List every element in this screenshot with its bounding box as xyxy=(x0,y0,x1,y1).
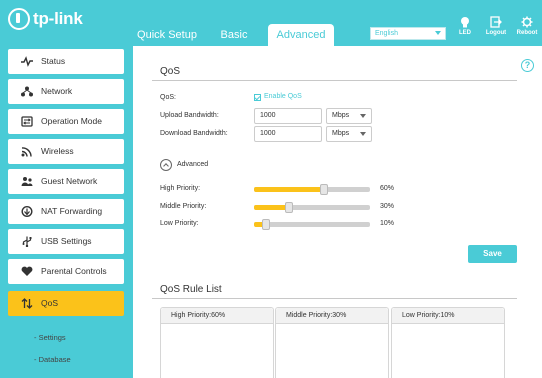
upload-unit-value: Mbps xyxy=(332,112,350,119)
slider-fill xyxy=(254,187,324,192)
section-title-rule-list: QoS Rule List xyxy=(160,284,222,295)
sidebar-item-label: Guest Network xyxy=(41,176,98,186)
sidebar-subitem-database[interactable]: - Database xyxy=(34,355,71,364)
sidebar-item-qos[interactable]: QoS xyxy=(8,291,124,316)
low-priority-percent: 10% xyxy=(380,220,395,227)
rule-panel-low: Low Priority:10% xyxy=(391,307,505,378)
upload-bandwidth-input[interactable]: 1000 xyxy=(254,108,322,124)
sidebar-item-label: USB Settings xyxy=(41,236,92,246)
sidebar-item-nat-forwarding[interactable]: NAT Forwarding xyxy=(8,199,124,224)
slider-handle[interactable] xyxy=(261,219,270,230)
tab-advanced[interactable]: Advanced xyxy=(268,24,334,46)
sidebar-item-network[interactable]: Network xyxy=(8,79,124,104)
rule-panel-header: Low Priority:10% xyxy=(392,308,504,324)
rule-panel-high: High Priority:60% xyxy=(160,307,274,378)
logout-icon xyxy=(490,16,502,28)
slider-handle[interactable] xyxy=(284,202,293,213)
rule-panel-header: Middle Priority:30% xyxy=(276,308,388,324)
sidebar-item-label: Network xyxy=(41,86,73,96)
help-question-icon[interactable]: ? xyxy=(521,59,534,72)
status-icon xyxy=(21,56,33,67)
low-priority-label: Low Priority: xyxy=(160,220,199,227)
sidebar-item-label: Status xyxy=(41,56,66,66)
section-divider xyxy=(152,298,517,299)
tab-quick-setup[interactable]: Quick Setup xyxy=(132,24,202,46)
reboot-label: Reboot xyxy=(516,30,538,36)
sidebar-subitem-settings[interactable]: - Settings xyxy=(34,333,66,342)
middle-priority-slider[interactable] xyxy=(254,202,370,213)
sidebar-item-label: Parental Controls xyxy=(41,266,107,276)
qos-icon xyxy=(21,298,33,309)
enable-qos-checkbox[interactable] xyxy=(254,94,261,101)
rule-panel-header: High Priority:60% xyxy=(161,308,273,324)
download-unit-select[interactable]: Mbps xyxy=(326,126,372,142)
logo-text: tp-link xyxy=(33,9,83,28)
logout-button[interactable]: Logout xyxy=(481,16,511,36)
sidebar-item-label: Operation Mode xyxy=(41,116,102,126)
qos-label: QoS: xyxy=(160,94,176,101)
enable-qos-label[interactable]: Enable QoS xyxy=(264,93,302,100)
tp-link-logo-icon xyxy=(8,8,30,30)
advanced-label[interactable]: Advanced xyxy=(177,161,208,168)
network-icon xyxy=(21,86,33,97)
sidebar-item-label: Wireless xyxy=(41,146,74,156)
middle-priority-label: Middle Priority: xyxy=(160,203,207,210)
nat-forwarding-icon xyxy=(21,206,33,217)
usb-icon xyxy=(22,236,32,247)
save-button[interactable]: Save xyxy=(468,245,517,263)
download-unit-value: Mbps xyxy=(332,130,350,137)
chevron-down-icon xyxy=(360,114,366,118)
sidebar-item-usb-settings[interactable]: USB Settings xyxy=(8,229,124,254)
upload-bandwidth-label: Upload Bandwidth: xyxy=(160,112,219,119)
rule-panel-middle: Middle Priority:30% xyxy=(275,307,389,378)
section-title-qos: QoS xyxy=(160,66,181,77)
high-priority-percent: 60% xyxy=(380,185,395,192)
sidebar-item-parental-controls[interactable]: Parental Controls xyxy=(8,259,124,284)
sidebar: Status Network Operation Mode Wireless G… xyxy=(0,46,133,378)
tab-basic[interactable]: Basic xyxy=(214,24,254,46)
wireless-icon xyxy=(21,147,32,157)
slider-handle[interactable] xyxy=(319,184,328,195)
upload-unit-select[interactable]: Mbps xyxy=(326,108,372,124)
chevron-down-icon xyxy=(360,132,366,136)
sidebar-item-label: NAT Forwarding xyxy=(41,206,103,216)
sidebar-item-status[interactable]: Status xyxy=(8,49,124,74)
language-select[interactable]: English xyxy=(370,27,446,40)
led-label: LED xyxy=(459,30,471,36)
sidebar-item-wireless[interactable]: Wireless xyxy=(8,139,124,164)
logout-label: Logout xyxy=(485,30,507,36)
reboot-button[interactable]: Reboot xyxy=(512,16,542,36)
download-bandwidth-input[interactable]: 1000 xyxy=(254,126,322,142)
low-priority-slider[interactable] xyxy=(254,219,370,230)
high-priority-label: High Priority: xyxy=(160,185,201,192)
reboot-gear-icon xyxy=(521,16,533,28)
middle-priority-percent: 30% xyxy=(380,203,395,210)
advanced-collapse-icon[interactable] xyxy=(160,159,172,171)
slider-fill xyxy=(254,205,289,210)
sidebar-item-guest-network[interactable]: Guest Network xyxy=(8,169,124,194)
download-bandwidth-label: Download Bandwidth: xyxy=(160,130,228,137)
chevron-down-icon xyxy=(435,31,441,35)
high-priority-slider[interactable] xyxy=(254,184,370,195)
top-header: tp-link Quick Setup Basic Advanced Engli… xyxy=(0,0,542,46)
section-divider xyxy=(152,80,517,81)
operation-mode-icon xyxy=(21,116,33,127)
sidebar-item-label: QoS xyxy=(41,298,59,308)
guest-network-icon xyxy=(21,177,33,186)
led-button[interactable]: LED xyxy=(450,16,480,36)
led-bulb-icon xyxy=(461,17,469,28)
tp-link-logo[interactable]: tp-link xyxy=(8,8,83,30)
language-selected: English xyxy=(375,30,398,37)
parental-controls-icon xyxy=(21,266,33,276)
sidebar-item-operation-mode[interactable]: Operation Mode xyxy=(8,109,124,134)
